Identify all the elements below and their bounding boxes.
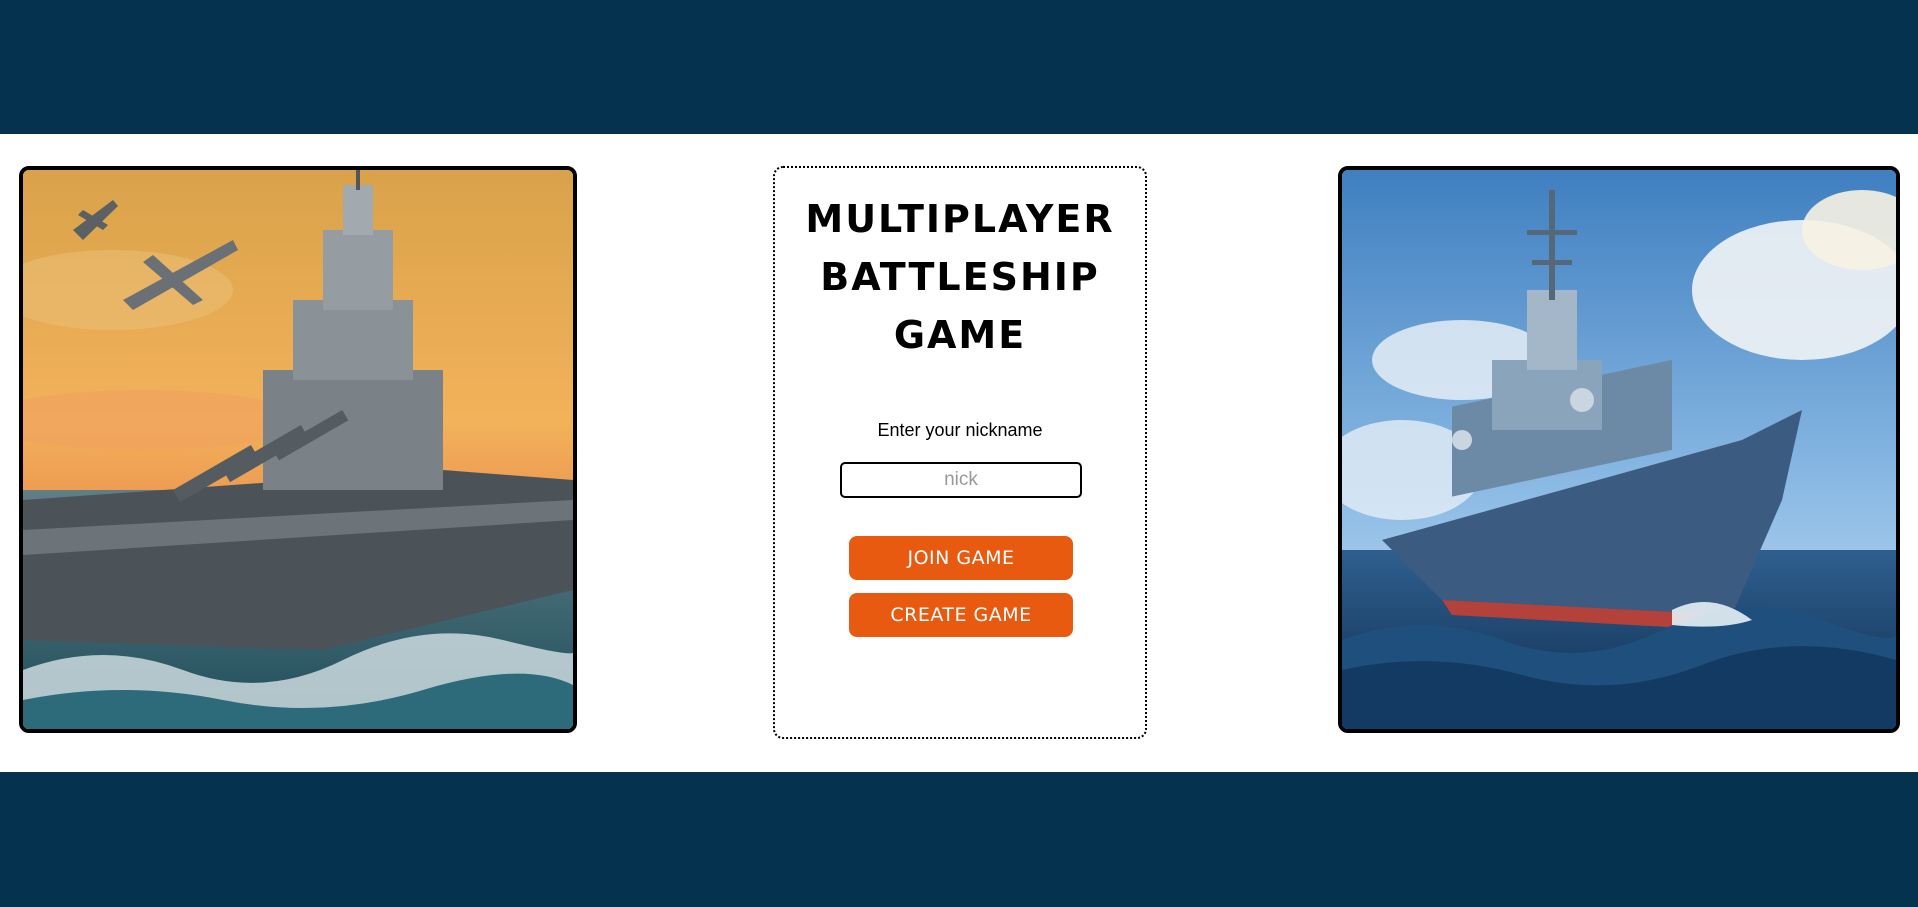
footer-band (0, 772, 1918, 907)
join-game-button[interactable]: JOIN GAME (849, 536, 1073, 580)
battleship-image-left (19, 166, 577, 733)
nickname-label: Enter your nickname (877, 420, 1043, 440)
game-menu-card: MULTIPLAYER BATTLESHIP GAME Enter your n… (773, 166, 1147, 739)
battleship-sunset-icon (23, 170, 573, 729)
page-title: MULTIPLAYER BATTLESHIP GAME (805, 197, 1115, 357)
create-game-button[interactable]: CREATE GAME (849, 593, 1073, 637)
warship-image-right (1338, 166, 1900, 733)
header-band (0, 0, 1918, 134)
nickname-input[interactable] (840, 462, 1082, 498)
warship-ocean-icon (1342, 170, 1896, 729)
